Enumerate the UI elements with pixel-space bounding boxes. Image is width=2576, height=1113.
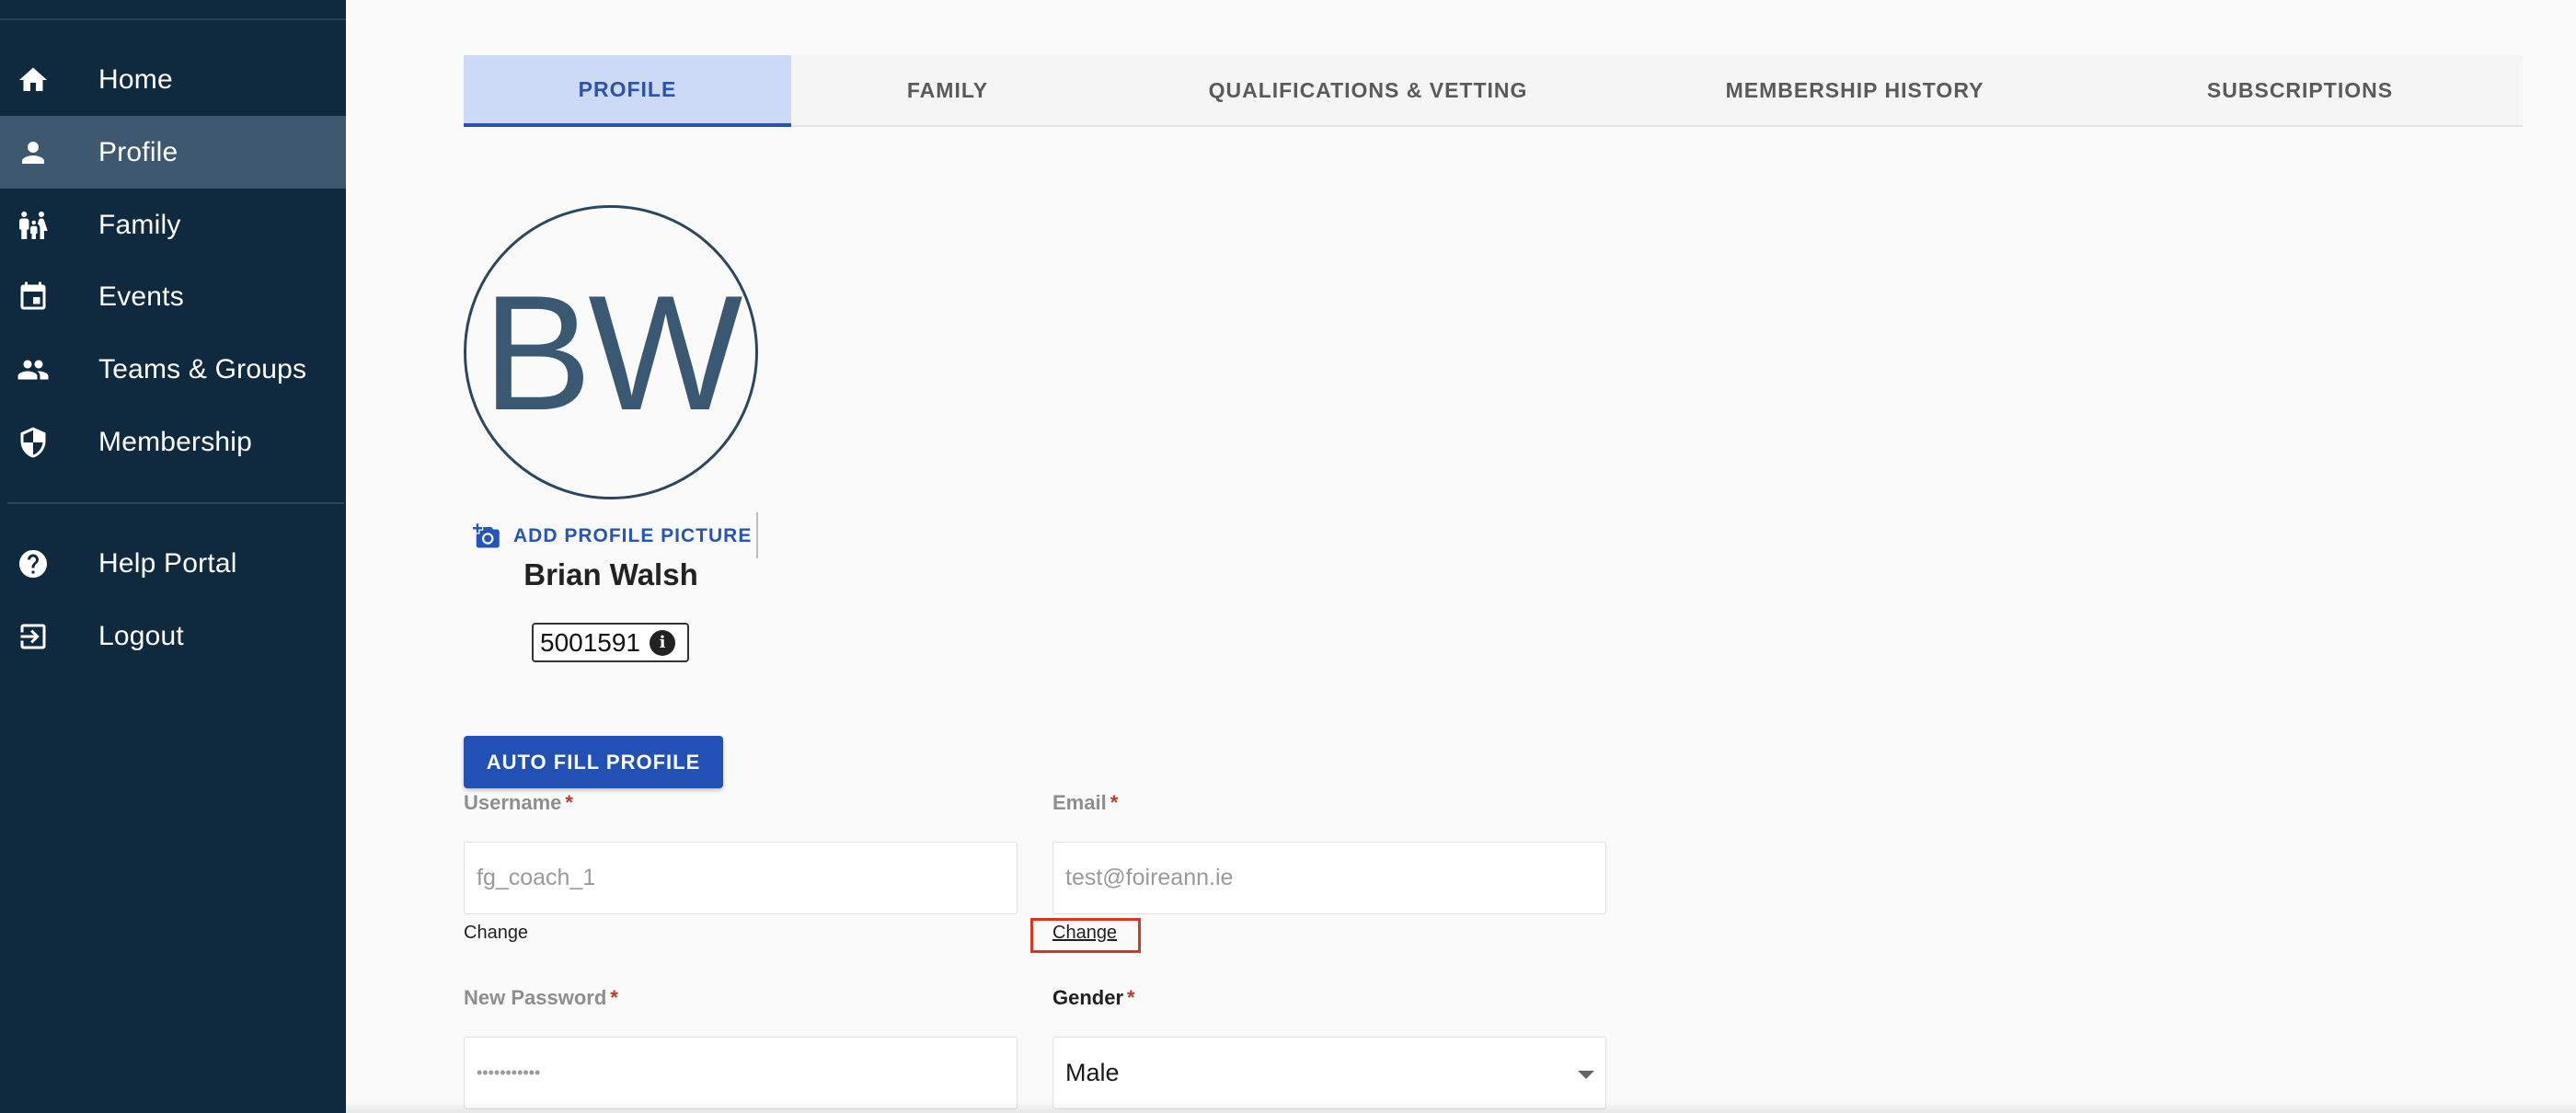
username-value: fg_coach_1 (477, 865, 596, 890)
sidebar-item-label: Events (98, 281, 184, 312)
member-id-value: 5001591 (540, 627, 641, 657)
new-password-label: New Password * (464, 986, 618, 1010)
add-profile-picture-label: ADD PROFILE PICTURE (513, 525, 753, 546)
sidebar-item-teams-groups[interactable]: Teams & Groups (0, 333, 346, 406)
sidebar-item-label: Help Portal (98, 547, 237, 579)
shield-icon (15, 424, 52, 461)
sidebar-item-help-portal[interactable]: Help Portal (0, 527, 346, 600)
auto-fill-profile-button[interactable]: AUTO FILL PROFILE (464, 736, 723, 788)
sidebar-item-logout[interactable]: Logout (0, 600, 346, 672)
add-photo-icon (473, 523, 500, 548)
tab-subscriptions[interactable]: SUBSCRIPTIONS (2077, 55, 2523, 125)
gender-value: Male (1065, 1059, 1120, 1086)
sidebar-item-membership[interactable]: Membership (0, 406, 346, 478)
email-value: test@foireann.ie (1065, 865, 1234, 890)
profile-tabs: PROFILE FAMILY QUALIFICATIONS & VETTING … (464, 55, 2523, 127)
avatar-initials: BW (482, 260, 743, 444)
home-icon (15, 62, 52, 98)
sidebar: Home Profile Family Events Teams & Group… (0, 0, 346, 1113)
gender-label: Gender * (1052, 986, 1135, 1010)
sidebar-item-label: Logout (98, 620, 184, 651)
help-icon (15, 545, 52, 582)
email-label-text: Email (1052, 791, 1107, 814)
sidebar-item-label: Teams & Groups (98, 353, 307, 384)
add-picture-separator (756, 512, 758, 558)
sidebar-item-label: Home (98, 63, 173, 95)
sidebar-item-label: Membership (98, 426, 253, 457)
gender-label-text: Gender (1052, 986, 1124, 1009)
logout-icon (15, 618, 52, 655)
sidebar-item-home[interactable]: Home (0, 43, 346, 116)
gender-select[interactable]: Male (1052, 1037, 1606, 1109)
new-password-value: ••••••••••• (477, 1063, 541, 1082)
tab-family[interactable]: FAMILY (791, 55, 1104, 125)
sidebar-item-events[interactable]: Events (0, 260, 346, 333)
required-mark: * (565, 791, 573, 814)
family-icon (15, 207, 52, 244)
sidebar-top-divider (0, 18, 346, 20)
username-label-text: Username (464, 791, 562, 814)
username-field[interactable]: fg_coach_1 (464, 842, 1018, 914)
email-field[interactable]: test@foireann.ie (1052, 842, 1606, 914)
sidebar-item-profile[interactable]: Profile (0, 116, 346, 189)
change-username-link[interactable]: Change (464, 923, 528, 944)
chevron-down-icon (1578, 1071, 1594, 1079)
required-mark: * (1127, 986, 1135, 1009)
bottom-shadow (346, 1102, 2576, 1113)
username-label: Username * (464, 791, 573, 815)
sidebar-item-label: Family (98, 209, 181, 240)
person-icon (15, 134, 52, 171)
group-icon (15, 351, 52, 388)
new-password-label-text: New Password (464, 986, 607, 1009)
required-mark: * (610, 986, 618, 1009)
sidebar-divider (7, 502, 344, 504)
new-password-field[interactable]: ••••••••••• (464, 1037, 1018, 1109)
add-profile-picture-button[interactable]: ADD PROFILE PICTURE (473, 515, 752, 557)
avatar: BW (464, 205, 758, 499)
tab-qualifications-vetting[interactable]: QUALIFICATIONS & VETTING (1104, 55, 1632, 125)
required-mark: * (1110, 791, 1119, 814)
member-id-badge: 5001591 i (532, 623, 689, 662)
member-name: Brian Walsh (523, 557, 698, 591)
calendar-icon (15, 279, 52, 316)
tab-profile[interactable]: PROFILE (464, 55, 791, 127)
info-icon[interactable]: i (650, 629, 676, 656)
sidebar-item-label: Profile (98, 136, 178, 167)
tab-membership-history[interactable]: MEMBERSHIP HISTORY (1632, 55, 2077, 125)
sidebar-item-family[interactable]: Family (0, 189, 346, 261)
change-email-link[interactable]: Change (1052, 923, 1117, 944)
email-label: Email * (1052, 791, 1118, 815)
